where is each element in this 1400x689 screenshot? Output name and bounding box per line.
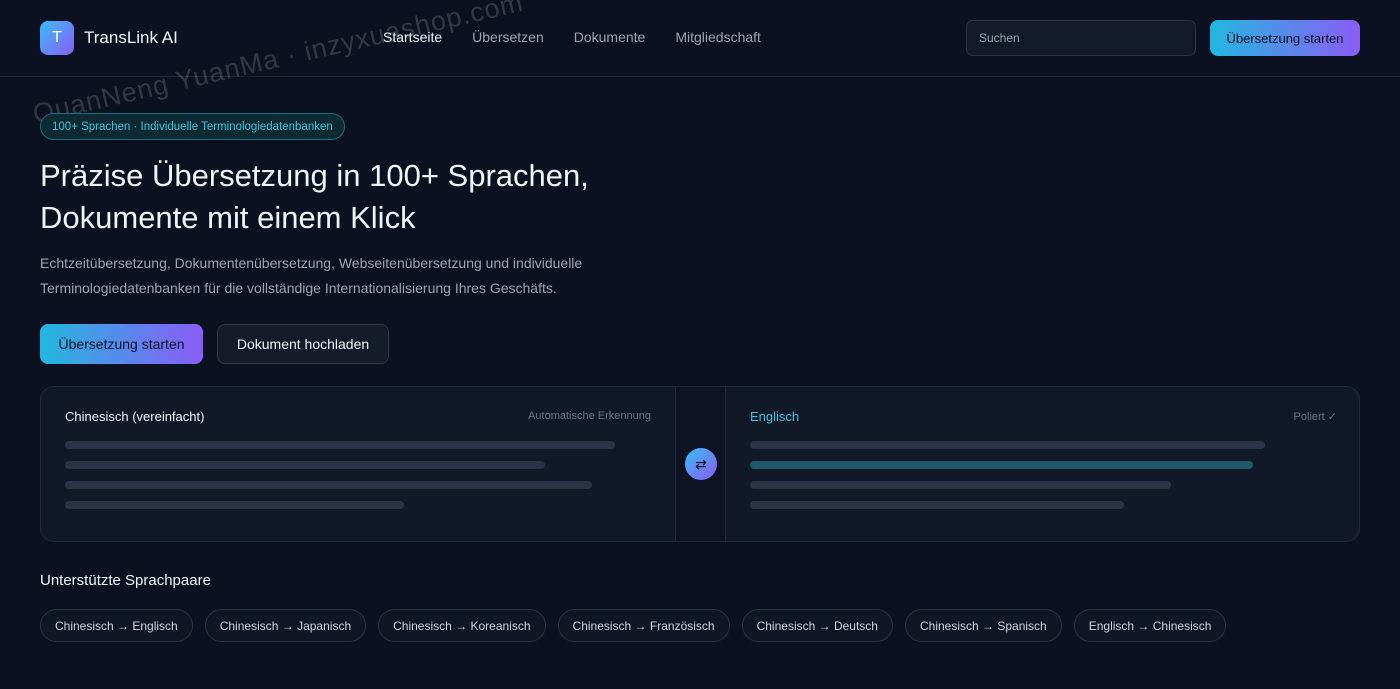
language-pair-chip[interactable]: Chinesisch → Deutsch	[741, 609, 893, 642]
source-pane[interactable]: Chinesisch (vereinfacht) Automatische Er…	[41, 387, 675, 541]
logo-badge-icon: T	[40, 21, 74, 55]
search-input[interactable]	[966, 20, 1196, 56]
nav-item-mitgliedschaft[interactable]: Mitgliedschaft	[675, 29, 761, 45]
source-text-placeholder-line	[65, 501, 404, 509]
swap-column: ⇄	[675, 387, 726, 541]
language-pairs-list: Chinesisch → Englisch Chinesisch → Japan…	[40, 609, 1227, 642]
language-pairs-title: Unterstützte Sprachpaare	[40, 572, 211, 589]
source-language-label[interactable]: Chinesisch (vereinfacht)	[65, 409, 204, 424]
top-header: T TransLink AI Startseite Übersetzen Dok…	[0, 0, 1400, 77]
language-pair-chip[interactable]: Chinesisch → Japanisch	[204, 609, 367, 642]
hero-subtitle-line-1: Echtzeitübersetzung, Dokumentenübersetzu…	[40, 255, 583, 271]
nav-item-uebersetzen[interactable]: Übersetzen	[472, 29, 544, 45]
language-pair-chip[interactable]: Englisch → Chinesisch	[1073, 609, 1227, 642]
language-pair-chip[interactable]: Chinesisch → Spanisch	[904, 609, 1062, 642]
target-language-label[interactable]: Englisch	[750, 409, 799, 424]
polished-status-label: Poliert ✓	[1293, 411, 1337, 423]
target-text-placeholder-line	[750, 481, 1171, 489]
nav-item-dokumente[interactable]: Dokumente	[574, 29, 646, 45]
hero-actions: Übersetzung starten Dokument hochladen	[40, 324, 389, 364]
feature-badge: 100+ Sprachen · Individuelle Terminologi…	[40, 113, 345, 140]
hero-title-line-1: Präzise Übersetzung in 100+ Sprachen,	[40, 158, 589, 193]
language-pair-chip[interactable]: Chinesisch → Koreanisch	[378, 609, 546, 642]
main-nav: Startseite Übersetzen Dokumente Mitglied…	[383, 29, 791, 45]
auto-detect-label: Automatische Erkennung	[528, 410, 651, 422]
upload-document-button[interactable]: Dokument hochladen	[217, 324, 389, 364]
source-text-placeholder-line	[65, 481, 592, 489]
target-pane[interactable]: Englisch Poliert ✓	[726, 387, 1359, 541]
language-pair-chip[interactable]: Chinesisch → Englisch	[40, 609, 193, 642]
swap-languages-icon[interactable]: ⇄	[685, 448, 717, 480]
hero-title-line-2: Dokumente mit einem Klick	[40, 200, 416, 235]
start-translation-button[interactable]: Übersetzung starten	[40, 324, 203, 364]
hero-title: Präzise Übersetzung in 100+ Sprachen, Do…	[40, 155, 680, 239]
brand-name: TransLink AI	[84, 28, 178, 47]
translation-preview-panel: Chinesisch (vereinfacht) Automatische Er…	[40, 386, 1360, 542]
hero-subtitle: Echtzeitübersetzung, Dokumentenübersetzu…	[40, 251, 640, 301]
nav-item-startseite[interactable]: Startseite	[383, 29, 442, 45]
target-text-placeholder-line	[750, 441, 1265, 449]
target-text-highlight-line	[750, 461, 1253, 469]
source-text-placeholder-line	[65, 441, 615, 449]
brand-logo[interactable]: T TransLink AI	[40, 21, 178, 55]
source-text-placeholder-line	[65, 461, 545, 469]
target-text-placeholder-line	[750, 501, 1124, 509]
header-start-translation-button[interactable]: Übersetzung starten	[1210, 20, 1360, 56]
language-pair-chip[interactable]: Chinesisch → Französisch	[557, 609, 730, 642]
hero-subtitle-line-2: Terminologiedatenbanken für die vollstän…	[40, 280, 557, 296]
